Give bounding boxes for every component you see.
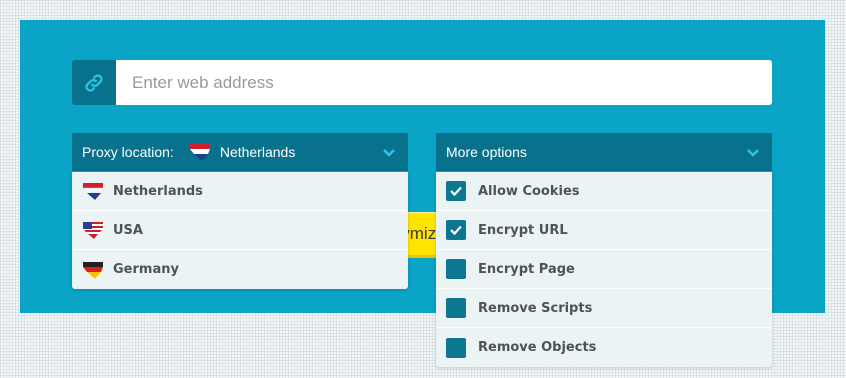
- option-remove-scripts[interactable]: Remove Scripts: [436, 289, 772, 328]
- flag-netherlands-icon: [188, 141, 212, 163]
- location-option-label: USA: [113, 222, 143, 238]
- option-encrypt-url[interactable]: Encrypt URL: [436, 211, 772, 250]
- option-encrypt-page[interactable]: Encrypt Page: [436, 250, 772, 289]
- checkbox-unchecked-icon[interactable]: [446, 337, 466, 358]
- checkbox-unchecked-icon[interactable]: [446, 298, 466, 318]
- option-label: Allow Cookies: [478, 183, 580, 199]
- url-bar: [72, 60, 772, 105]
- proxy-location-selected: Netherlands: [219, 144, 296, 160]
- checkbox-unchecked-icon[interactable]: [446, 259, 466, 279]
- link-icon: [72, 60, 116, 105]
- option-allow-cookies[interactable]: Allow Cookies: [436, 172, 772, 211]
- option-label: Remove Objects: [478, 340, 597, 355]
- location-option-germany[interactable]: Germany: [72, 250, 408, 289]
- checkbox-checked-icon[interactable]: [446, 220, 466, 240]
- flag-netherlands-icon: [82, 180, 104, 202]
- option-label: Encrypt Page: [478, 261, 575, 277]
- option-remove-objects[interactable]: Remove Objects: [436, 328, 772, 367]
- chevron-down-icon: [382, 145, 396, 161]
- more-options-label: More options: [446, 144, 527, 160]
- location-option-label: Netherlands: [113, 183, 203, 199]
- proxy-location-dropdown[interactable]: Proxy location: Netherlands: [72, 133, 408, 171]
- location-option-usa[interactable]: USA: [72, 211, 408, 250]
- flag-usa-icon: [82, 219, 104, 241]
- more-options-menu: Allow Cookies Encrypt URL Encrypt Page R…: [436, 172, 772, 367]
- more-options-dropdown[interactable]: More options: [436, 133, 772, 171]
- url-input[interactable]: [116, 60, 772, 105]
- checkbox-checked-icon[interactable]: [446, 181, 466, 201]
- option-label: Remove Scripts: [478, 300, 593, 316]
- location-option-netherlands[interactable]: Netherlands: [72, 172, 408, 211]
- proxy-location-label: Proxy location:: [82, 144, 174, 160]
- option-label: Encrypt URL: [478, 222, 568, 238]
- flag-germany-icon: [82, 259, 104, 281]
- chevron-down-icon: [746, 145, 760, 161]
- proxy-location-menu: Netherlands USA Germany: [72, 172, 408, 289]
- location-option-label: Germany: [113, 262, 179, 277]
